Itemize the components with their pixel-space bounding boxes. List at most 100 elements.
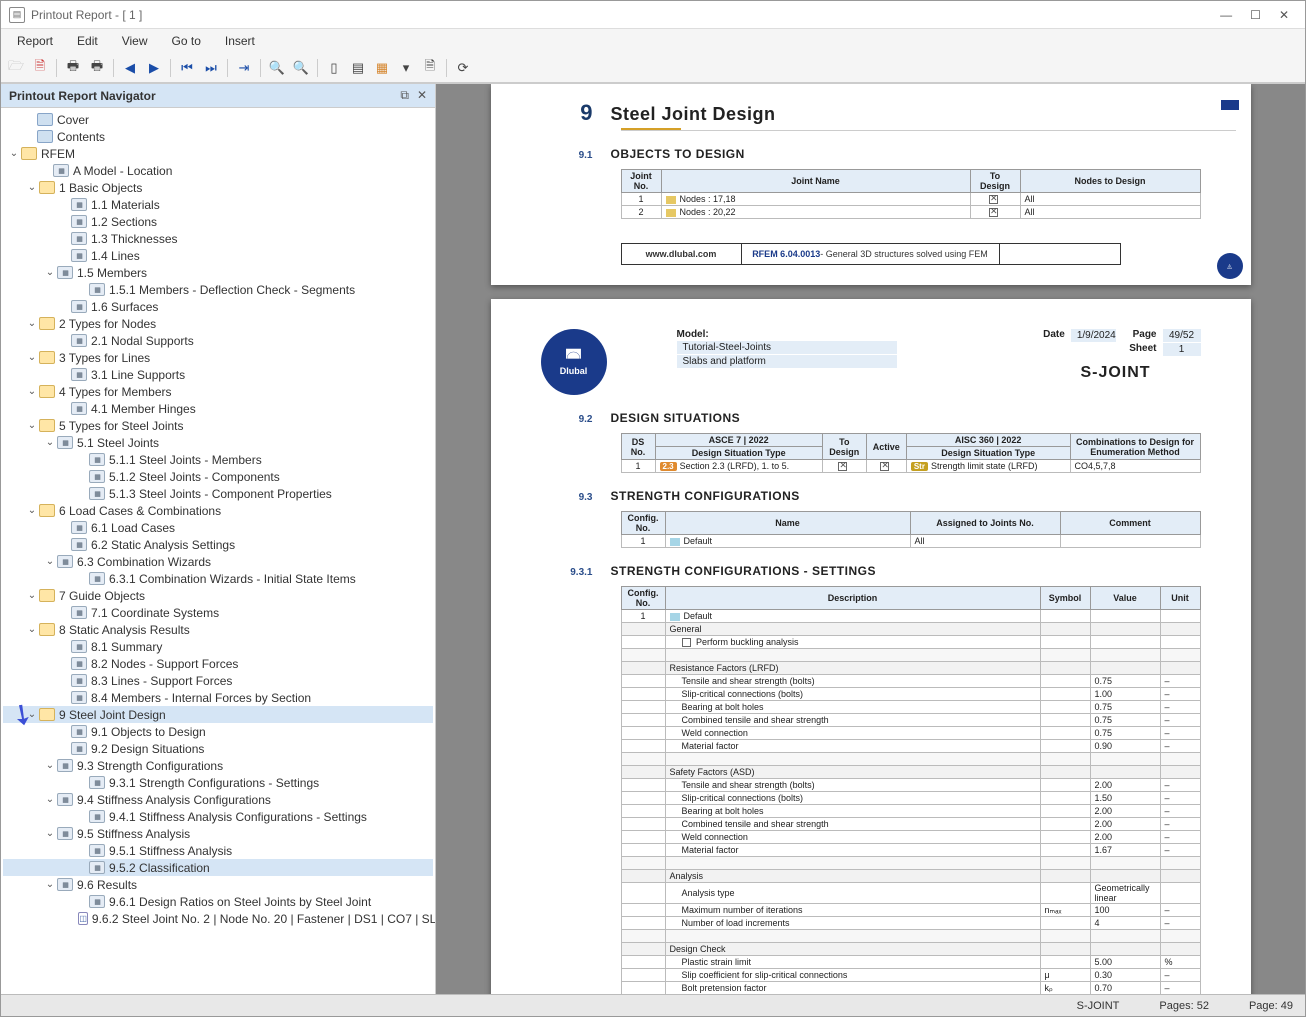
menu-insert[interactable]: Insert	[215, 32, 265, 50]
tree-rfem[interactable]: RFEM	[41, 147, 75, 161]
tree-amodel[interactable]: A Model - Location	[73, 164, 172, 178]
tree-b931[interactable]: 9.3.1 Strength Configurations - Settings	[109, 776, 319, 790]
section-title: OBJECTS TO DESIGN	[611, 147, 745, 161]
tree-b82[interactable]: 8.2 Nodes - Support Forces	[91, 657, 238, 671]
tree-b511[interactable]: 5.1.1 Steel Joints - Members	[109, 453, 262, 467]
new-doc-icon[interactable]: 🗎	[419, 57, 441, 79]
design-situations-table: DS No. ASCE 7 | 2022 To Design Active AI…	[621, 433, 1201, 473]
dock-icon[interactable]: ⧉	[400, 88, 409, 103]
tree-b51[interactable]: 5.1 Steel Joints	[77, 436, 159, 450]
section-number: 9.1	[491, 150, 611, 161]
tree-b512[interactable]: 5.1.2 Steel Joints - Components	[109, 470, 280, 484]
tree-b14[interactable]: 1.4 Lines	[91, 249, 140, 263]
page-settings-icon[interactable]: ▦	[371, 57, 393, 79]
tree-b941[interactable]: 9.4.1 Stiffness Analysis Configurations …	[109, 810, 367, 824]
tree-b12[interactable]: 1.2 Sections	[91, 215, 157, 229]
tree-b93[interactable]: 9.3 Strength Configurations	[77, 759, 223, 773]
menu-report[interactable]: Report	[7, 32, 63, 50]
dropdown-icon[interactable]: ▾	[395, 57, 417, 79]
tree-b61[interactable]: 6.1 Load Cases	[91, 521, 175, 535]
navigator-title: Printout Report Navigator	[9, 89, 156, 103]
dlubal-logo-icon: ◚Dlubal	[541, 329, 607, 395]
tree-b83[interactable]: 8.3 Lines - Support Forces	[91, 674, 232, 688]
last-icon[interactable]: ⏭	[200, 57, 222, 79]
tree-b15[interactable]: 1.5 Members	[77, 266, 147, 280]
tree-b96[interactable]: 9.6 Results	[77, 878, 137, 892]
navigator-panel: Printout Report Navigator ⧉ ✕ ➘ ▾Cover ▾…	[1, 84, 436, 994]
toolbar: 🗁 🗎 🖶 🖶 ◀ ▶ ⏮ ⏭ ⇥ 🔍 🔍 ▯ ▤ ▦ ▾ 🗎 ⟳	[1, 53, 1305, 83]
close-button[interactable]: ✕	[1279, 8, 1289, 22]
window-title: Printout Report - [ 1 ]	[31, 8, 142, 22]
tree-b31[interactable]: 3.1 Line Supports	[91, 368, 185, 382]
tree-b95[interactable]: 9.5 Stiffness Analysis	[77, 827, 190, 841]
tree-b151[interactable]: 1.5.1 Members - Deflection Check - Segme…	[109, 283, 355, 297]
tree-b8[interactable]: 8 Static Analysis Results	[59, 623, 190, 637]
open-icon[interactable]: 🗁	[5, 57, 27, 79]
navigator-tree[interactable]: ➘ ▾Cover ▾Contents ⌄RFEM ·A Model - Loca…	[1, 108, 435, 994]
tree-b63[interactable]: 6.3 Combination Wizards	[77, 555, 211, 569]
tree-b94[interactable]: 9.4 Stiffness Analysis Configurations	[77, 793, 271, 807]
tree-b4[interactable]: 4 Types for Members	[59, 385, 172, 399]
tree-b7[interactable]: 7 Guide Objects	[59, 589, 145, 603]
prev-icon[interactable]: ◀	[119, 57, 141, 79]
status-sjoint: S-JOINT	[1077, 1000, 1120, 1012]
tree-b41[interactable]: 4.1 Member Hinges	[91, 402, 196, 416]
remove-page-icon[interactable]: 🗎	[29, 57, 51, 79]
menu-view[interactable]: View	[112, 32, 158, 50]
tree-b13[interactable]: 1.3 Thicknesses	[91, 232, 178, 246]
settings-table: Config. No.DescriptionSymbolValueUnit 1D…	[621, 586, 1201, 994]
tree-b71[interactable]: 7.1 Coordinate Systems	[91, 606, 219, 620]
tree-b84[interactable]: 8.4 Members - Internal Forces by Section	[91, 691, 311, 705]
close-panel-icon[interactable]: ✕	[417, 88, 427, 103]
menubar: Report Edit View Go to Insert	[1, 29, 1305, 53]
tree-b11[interactable]: 1.1 Materials	[91, 198, 160, 212]
maximize-button[interactable]: ☐	[1250, 8, 1261, 22]
first-icon[interactable]: ⏮	[176, 57, 198, 79]
zoom-in-icon[interactable]: 🔍	[266, 57, 288, 79]
page-single-icon[interactable]: ▯	[323, 57, 345, 79]
menu-edit[interactable]: Edit	[67, 32, 108, 50]
chapter-number: 9	[491, 100, 611, 126]
tree-b951[interactable]: 9.5.1 Stiffness Analysis	[109, 844, 232, 858]
refresh-icon[interactable]: ⟳	[452, 57, 474, 79]
goto-icon[interactable]: ⇥	[233, 57, 255, 79]
tree-b21[interactable]: 2.1 Nodal Supports	[91, 334, 194, 348]
page-footer: www.dlubal.com RFEM 6.04.0013 - General …	[621, 243, 1121, 265]
navigator-header: Printout Report Navigator ⧉ ✕	[1, 84, 435, 108]
minimize-button[interactable]: —	[1220, 8, 1232, 22]
tree-b92[interactable]: 9.2 Design Situations	[91, 742, 204, 756]
app-window: ▤ Printout Report - [ 1 ] — ☐ ✕ Report E…	[0, 0, 1306, 1017]
tree-b16[interactable]: 1.6 Surfaces	[91, 300, 158, 314]
print-preview-icon[interactable]: 🖶	[86, 57, 108, 79]
tree-b962[interactable]: 9.6.2 Steel Joint No. 2 | Node No. 20 | …	[92, 912, 435, 926]
chapter-title: Steel Joint Design	[611, 104, 776, 125]
tree-b81[interactable]: 8.1 Summary	[91, 640, 162, 654]
report-page-48-bottom: 9 Steel Joint Design 9.1 OBJECTS TO DESI…	[491, 84, 1251, 285]
tree-b2[interactable]: 2 Types for Nodes	[59, 317, 156, 331]
tree-cover[interactable]: Cover	[57, 113, 89, 127]
print-icon[interactable]: 🖶	[62, 57, 84, 79]
strength-config-table: Config. No.NameAssigned to Joints No.Com…	[621, 511, 1201, 548]
menu-goto[interactable]: Go to	[162, 32, 211, 50]
objects-table: Joint No. Joint Name To Design Nodes to …	[621, 169, 1201, 219]
report-page-49: ◚Dlubal Model: Tutorial-Steel-Joints Sla…	[491, 299, 1251, 994]
next-icon[interactable]: ▶	[143, 57, 165, 79]
page-multi-icon[interactable]: ▤	[347, 57, 369, 79]
tree-b513[interactable]: 5.1.3 Steel Joints - Component Propertie…	[109, 487, 332, 501]
tree-b631[interactable]: 6.3.1 Combination Wizards - Initial Stat…	[109, 572, 356, 586]
mark-icon	[1221, 100, 1239, 110]
preview-area[interactable]: 9 Steel Joint Design 9.1 OBJECTS TO DESI…	[436, 84, 1305, 994]
tree-b3[interactable]: 3 Types for Lines	[59, 351, 150, 365]
dlubal-logo-icon: ◬	[1217, 253, 1243, 279]
tree-b952[interactable]: 9.5.2 Classification	[109, 861, 210, 875]
tree-b62[interactable]: 6.2 Static Analysis Settings	[91, 538, 235, 552]
zoom-out-icon[interactable]: 🔍	[290, 57, 312, 79]
tree-b91[interactable]: 9.1 Objects to Design	[91, 725, 206, 739]
tree-b5[interactable]: 5 Types for Steel Joints	[59, 419, 184, 433]
tree-b6[interactable]: 6 Load Cases & Combinations	[59, 504, 221, 518]
tree-b1[interactable]: 1 Basic Objects	[59, 181, 142, 195]
tree-b961[interactable]: 9.6.1 Design Ratios on Steel Joints by S…	[109, 895, 371, 909]
statusbar: S-JOINT Pages: 52 Page: 49	[1, 994, 1305, 1016]
tree-b9[interactable]: 9 Steel Joint Design	[59, 708, 166, 722]
tree-contents[interactable]: Contents	[57, 130, 105, 144]
